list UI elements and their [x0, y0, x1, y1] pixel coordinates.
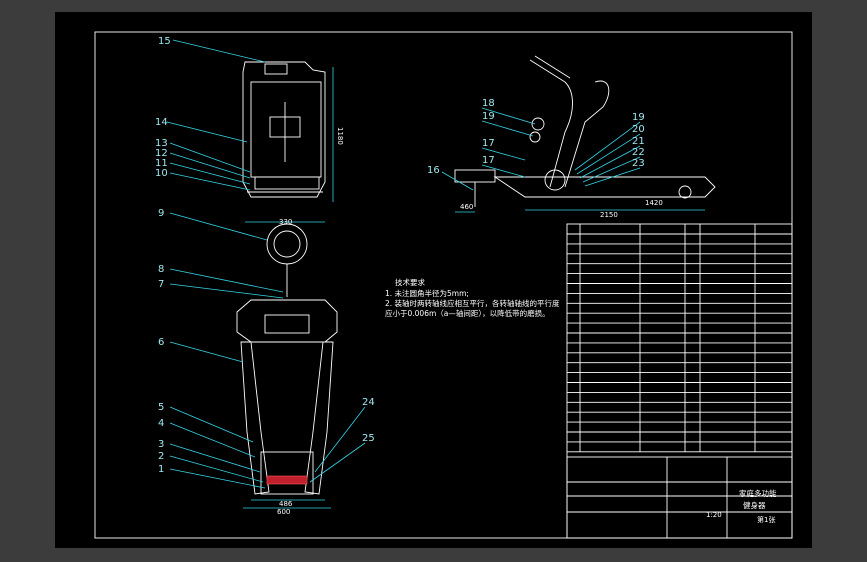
top-view: [236, 221, 338, 509]
front-view-top: [242, 61, 334, 202]
dim-top: 330: [279, 218, 292, 226]
label-19-left: 19: [482, 111, 495, 122]
notes-line-3: 应小于0.006m（a—轴间距），以降低带的磨损。: [385, 308, 550, 318]
label-24: 24: [362, 397, 375, 408]
label-22: 22: [632, 147, 645, 158]
notes-title: 技术要求: [395, 277, 425, 287]
label-20: 20: [632, 124, 645, 135]
dim-deck: 1420: [645, 199, 663, 207]
label-8: 8: [158, 264, 164, 275]
label-2: 2: [158, 451, 164, 462]
dim-width: 600: [277, 508, 290, 516]
dim-length: 2150: [600, 211, 618, 219]
dim-inner-width: 486: [279, 500, 293, 508]
label-17-lower: 17: [482, 155, 495, 166]
dim-height: 1180: [336, 127, 344, 145]
title-name-line-2: 健身器: [743, 500, 766, 510]
title-sheet: 第1张: [757, 515, 775, 524]
cad-drawing: 15 14 13 12 11 10 9 8 7 6 5 4 3 2 1 24 2…: [94, 31, 793, 539]
label-7: 7: [158, 279, 164, 290]
label-4: 4: [158, 418, 164, 429]
label-6: 6: [158, 337, 164, 348]
label-18: 18: [482, 98, 495, 109]
inner-frame: [94, 31, 793, 539]
label-10: 10: [155, 168, 168, 179]
label-14: 14: [155, 117, 168, 128]
dim-base: 460: [460, 203, 473, 211]
label-25: 25: [362, 433, 375, 444]
notes-line-1: 1. 未注圆角半径为5mm;: [385, 288, 469, 298]
label-21: 21: [632, 136, 645, 147]
title-name-line-1: 家庭多功能: [739, 488, 777, 498]
notes-line-2: 2. 装轴时两转轴线应相互平行，各转轴轴线的平行度: [385, 298, 560, 308]
side-view: [454, 55, 716, 213]
label-15: 15: [158, 36, 171, 47]
label-9: 9: [158, 208, 164, 219]
label-19: 19: [632, 112, 645, 123]
label-23: 23: [632, 158, 645, 169]
title-scale: 1:20: [706, 511, 722, 519]
drawing-sheet: 15 14 13 12 11 10 9 8 7 6 5 4 3 2 1 24 2…: [55, 12, 812, 548]
label-3: 3: [158, 439, 164, 450]
label-17-upper: 17: [482, 138, 495, 149]
label-1: 1: [158, 464, 164, 475]
label-16: 16: [427, 165, 440, 176]
label-5: 5: [158, 402, 164, 413]
